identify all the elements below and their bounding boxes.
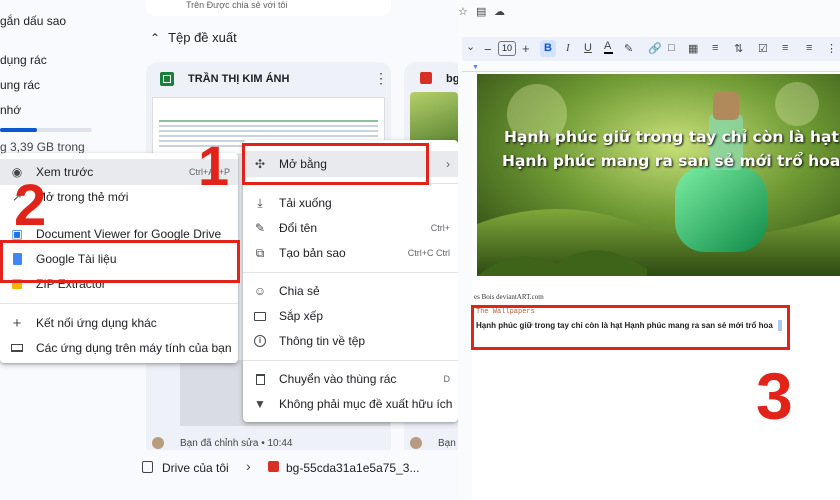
chevron-up-icon: ⌃ <box>150 31 161 45</box>
menu-item-label: Mở trong thẻ mới <box>36 190 129 204</box>
card-footer-2: Bạn đã <box>438 438 458 449</box>
step-number-1: 1 <box>198 134 230 197</box>
menu-item-shortcut: D <box>443 374 451 384</box>
link-icon[interactable]: 🔗 <box>648 42 662 55</box>
menu-item-desktop-apps[interactable]: Các ứng dụng trên máy tính của bạn <box>0 335 238 361</box>
avatar <box>152 437 164 449</box>
folder-move-icon[interactable]: ▤ <box>476 5 486 18</box>
menu-item-download[interactable]: ⤓ Tải xuống <box>243 190 458 216</box>
menu-item-label: Thông tin về tệp <box>279 334 366 348</box>
storage-bar <box>0 128 92 132</box>
menu-item-label: Document Viewer for Google Drive <box>36 227 222 241</box>
bold-icon[interactable]: B <box>540 40 556 57</box>
sidebar-item-starred[interactable]: gắn dấu sao <box>0 14 66 28</box>
highlight-box-result <box>471 305 790 350</box>
menu-item-organize[interactable]: Sắp xếp <box>243 303 458 329</box>
menu-item-label: Kết nối ứng dụng khác <box>36 316 157 330</box>
menu-item-label: Đổi tên <box>279 221 318 235</box>
thumb-down-icon: ▼ <box>254 397 266 411</box>
numbered-list-icon[interactable]: ≡ <box>806 42 812 54</box>
highlight-box-open-with <box>242 143 429 185</box>
step-number-3: 3 <box>756 359 793 433</box>
menu-item-label: Sắp xếp <box>279 309 324 323</box>
chevron-right-icon: › <box>246 458 251 474</box>
banner-image <box>477 74 840 276</box>
folder-icon <box>253 309 267 323</box>
decrease-font-icon[interactable]: − <box>484 42 492 57</box>
drive-icon <box>142 461 153 473</box>
breadcrumb-file[interactable]: bg-55cda31a1e5a75_3... <box>286 461 419 475</box>
comment-icon[interactable]: □ <box>668 42 675 54</box>
menu-item-not-helpful[interactable]: ▼ Không phải mục đề xuất hữu ích <box>243 391 458 417</box>
image-credit: es Bois deviantART.com <box>474 293 544 301</box>
checklist-icon[interactable]: ☑ <box>758 42 768 55</box>
suggested-heading[interactable]: ⌃ Tệp đề xuất <box>150 30 237 45</box>
ruler <box>462 64 840 72</box>
breadcrumb-root[interactable]: Drive của tôi <box>162 461 229 475</box>
menu-item-label: Tạo bản sao <box>279 246 346 260</box>
menu-item-label: Các ứng dụng trên máy tính của bạn <box>36 341 232 355</box>
more-icon[interactable]: ⋮ <box>826 42 837 55</box>
menu-item-share[interactable]: ☺ Chia sẻ <box>243 278 458 304</box>
cloud-icon[interactable]: ☁ <box>494 5 505 18</box>
shared-card-text: Trên Được chia sẻ với tôi <box>186 0 288 10</box>
more-vert-icon[interactable]: ⋮ <box>374 70 388 87</box>
plus-icon: + <box>12 314 22 332</box>
breadcrumb: Drive của tôi › bg-55cda31a1e5a75_3... <box>130 450 458 490</box>
card-footer: Bạn đã chỉnh sửa • 10:44 <box>180 438 293 449</box>
image-card-title: bg <box>446 73 458 85</box>
avatar-2 <box>410 437 422 449</box>
menu-item-connect-apps[interactable]: + Kết nối ứng dụng khác <box>0 310 238 336</box>
sidebar-item-spam[interactable]: ung rác <box>0 78 40 92</box>
chevron-down-icon[interactable]: ⌄ <box>466 40 475 53</box>
bulleted-list-icon[interactable]: ≡ <box>782 42 788 54</box>
increase-font-icon[interactable]: + <box>522 41 530 56</box>
menu-item-label: Chia sẻ <box>279 284 320 298</box>
banner-caption-line2: Hạnh phúc mang ra san sẻ mới trổ hoa <box>502 152 840 170</box>
banner-caption-line1: Hạnh phúc giữ trong tay chỉ còn là hạt <box>504 128 839 146</box>
file-card-title: TRẦN THỊ KIM ÁNH <box>188 73 290 85</box>
highlight-box-google-docs <box>0 240 240 283</box>
align-icon[interactable]: ≡ <box>712 42 718 54</box>
menu-item-make-copy[interactable]: ⧉ Tạo bản sao Ctrl+C Ctrl <box>243 240 458 266</box>
menu-divider <box>243 272 458 273</box>
storage-used-text: g 3,39 GB trong <box>0 140 85 154</box>
sheets-icon <box>160 72 174 86</box>
copy-icon: ⧉ <box>255 245 265 260</box>
chevron-right-icon: › <box>446 157 450 171</box>
underline-icon[interactable]: U <box>584 42 592 54</box>
menu-divider <box>243 360 458 361</box>
image-file-icon-2 <box>268 461 279 472</box>
line-spacing-icon[interactable]: ⇅ <box>734 42 743 55</box>
star-icon[interactable]: ☆ <box>458 5 468 18</box>
font-size-input[interactable]: 10 <box>498 41 516 56</box>
download-icon: ⤓ <box>257 195 263 210</box>
share-icon: ☺ <box>253 284 267 298</box>
image-file-icon <box>420 72 432 84</box>
sidebar-item-storage[interactable]: nhớ <box>0 103 21 117</box>
menu-item-move-to-trash[interactable]: Chuyển vào thùng rác D <box>243 366 458 392</box>
menu-item-label: Không phải mục đề xuất hữu ích <box>279 397 453 411</box>
menu-item-shortcut: Ctrl+ <box>430 223 450 233</box>
laptop-icon <box>10 341 24 355</box>
trash-icon <box>253 372 267 386</box>
menu-item-shortcut: Ctrl+C Ctrl <box>407 248 450 258</box>
menu-item-rename[interactable]: ✎ Đổi tên Ctrl+ <box>243 215 458 241</box>
ruler-marker-icon[interactable]: ▼ <box>472 64 479 71</box>
text-color-icon[interactable]: A <box>604 41 613 54</box>
menu-item-file-info[interactable]: i Thông tin về tệp <box>243 328 458 354</box>
sidebar-item-trash[interactable]: dụng rác <box>0 53 47 67</box>
image-insert-icon[interactable]: ▦ <box>688 42 698 55</box>
highlight-icon[interactable]: ✎ <box>624 42 633 55</box>
step-number-2: 2 <box>14 173 47 238</box>
menu-item-label: Chuyển vào thùng rác <box>279 372 397 386</box>
banner-illustration <box>477 74 840 276</box>
info-icon: i <box>253 334 267 348</box>
suggested-heading-label: Tệp đề xuất <box>168 30 237 45</box>
rename-icon: ✎ <box>254 221 266 235</box>
menu-divider <box>0 303 238 304</box>
menu-item-label: Tải xuống <box>279 196 332 210</box>
italic-icon[interactable]: I <box>566 42 570 54</box>
